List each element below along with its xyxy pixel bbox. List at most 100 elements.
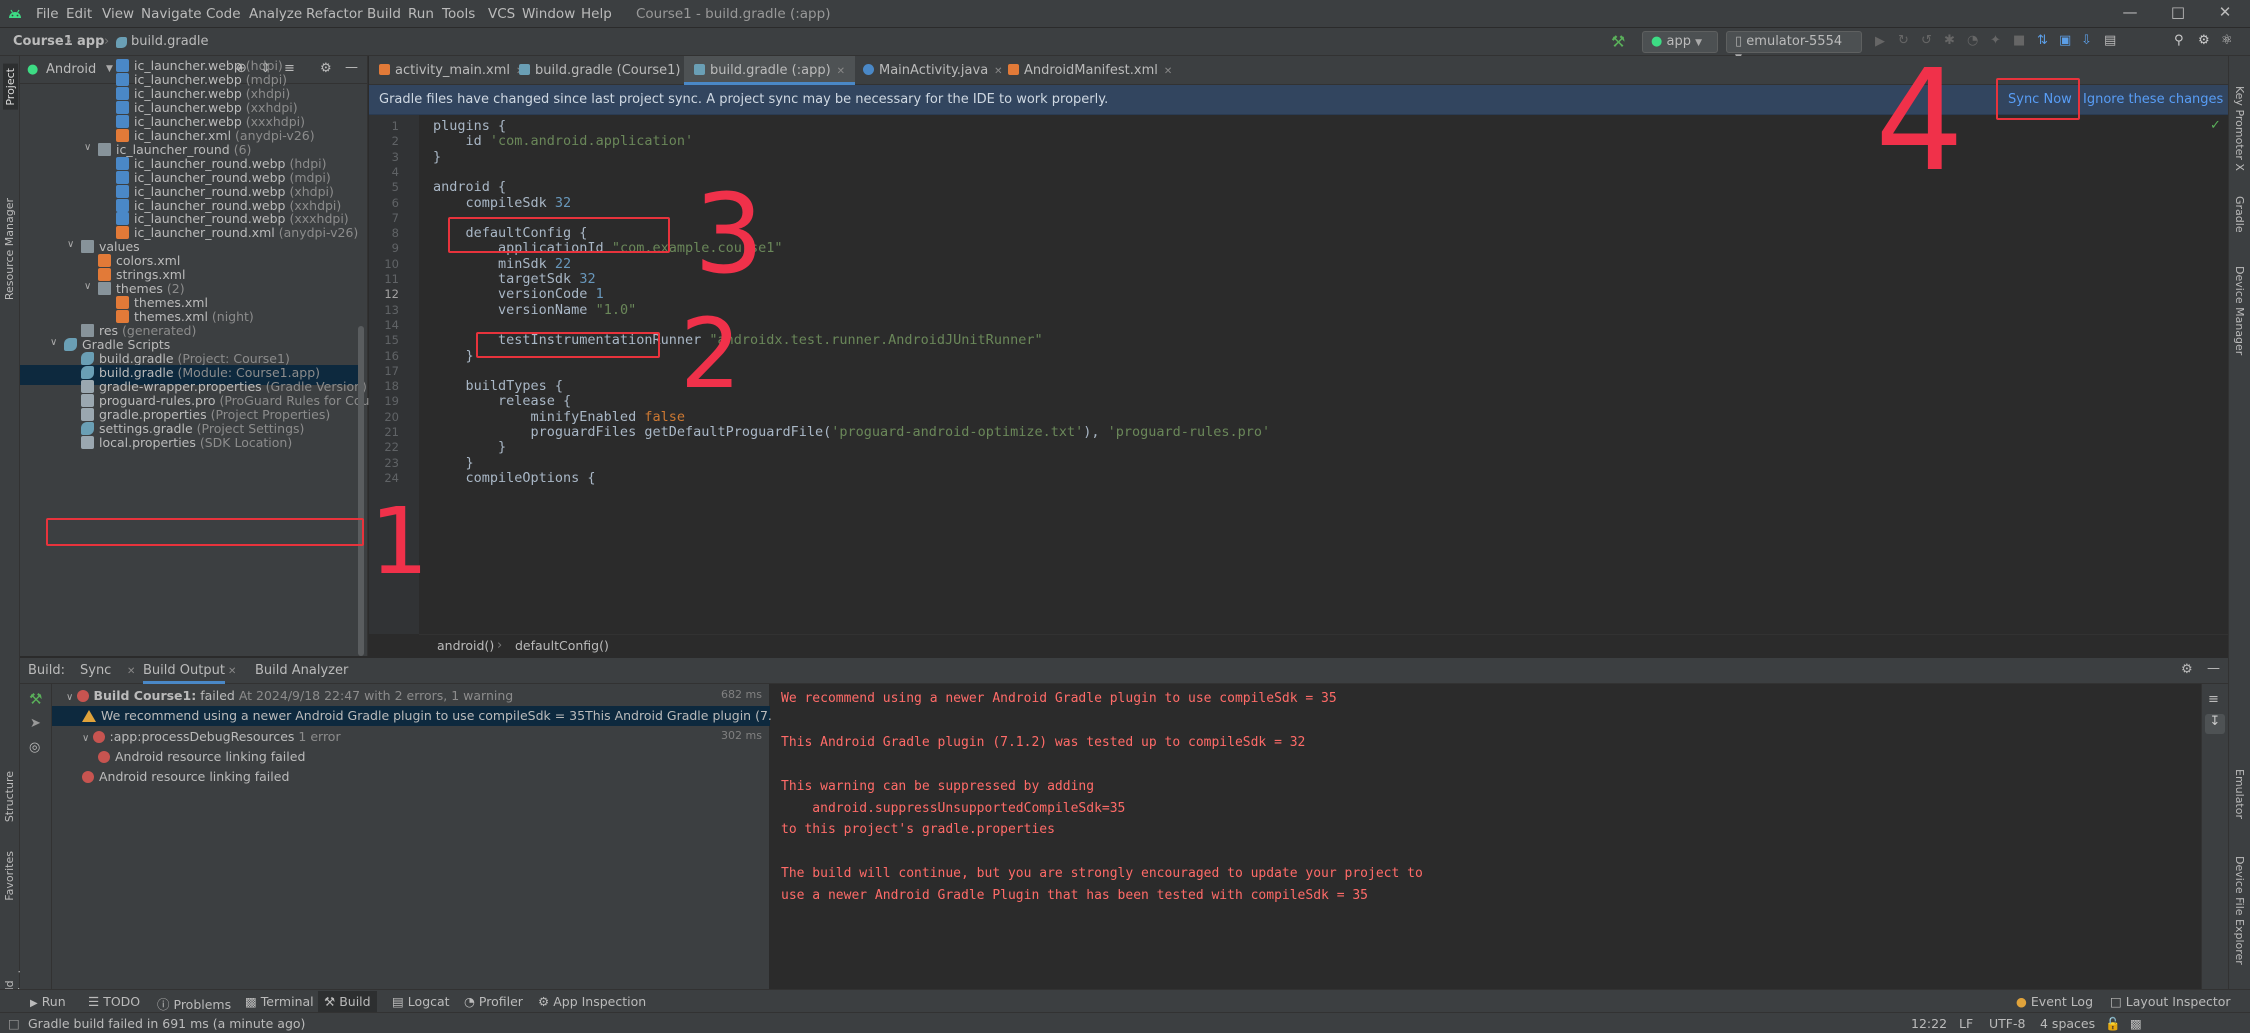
- caret-position[interactable]: 12:22: [1911, 1016, 1947, 1031]
- app-inspection-tool-button[interactable]: ⚙ App Inspection: [538, 994, 646, 1009]
- resource-manager-tool-button[interactable]: Resource Manager: [3, 198, 16, 300]
- editor-tab[interactable]: MainActivity.java ✕: [853, 56, 1013, 85]
- device-dropdown[interactable]: ▯ emulator-5554 ▼: [1726, 31, 1862, 63]
- lock-icon[interactable]: 🔓: [2105, 1016, 2121, 1032]
- device-manager-tool-button[interactable]: Device Manager: [2233, 266, 2246, 355]
- memory-indicator-icon[interactable]: ▩: [2130, 1016, 2142, 1031]
- key-promoter-tool-button[interactable]: Key Promoter X: [2233, 86, 2246, 171]
- project-scrollbar[interactable]: [358, 326, 364, 656]
- tree-item[interactable]: local.properties (SDK Location): [20, 435, 360, 455]
- tab-sync[interactable]: Sync: [80, 663, 111, 678]
- favorites-tool-button[interactable]: Favorites: [3, 851, 16, 901]
- close-icon[interactable]: ✕: [228, 666, 236, 677]
- menu-view[interactable]: View: [102, 6, 134, 22]
- editor-crumb-default-config[interactable]: defaultConfig(): [515, 638, 609, 653]
- maximize-icon[interactable]: □: [2158, 3, 2198, 25]
- code-token: }: [433, 347, 474, 364]
- inspect-icon[interactable]: ▤: [2104, 33, 2116, 48]
- pin-icon[interactable]: ➤: [30, 716, 41, 731]
- indent-setting[interactable]: 4 spaces: [2040, 1016, 2095, 1031]
- run-tool-button[interactable]: ▶ Run: [30, 994, 66, 1009]
- editor-tab[interactable]: build.gradle (:app) ✕: [684, 56, 856, 85]
- terminal-tool-button[interactable]: ▩ Terminal: [245, 994, 314, 1009]
- profiler-tool-button[interactable]: ◔ Profiler: [464, 994, 523, 1009]
- build-tool-button[interactable]: ⚒ Build: [318, 991, 377, 1012]
- menu-tools[interactable]: Tools: [442, 6, 475, 22]
- device-manager-icon[interactable]: ▣: [2059, 33, 2071, 48]
- breadcrumb-module[interactable]: app: [77, 34, 104, 49]
- menu-file[interactable]: File: [36, 6, 59, 22]
- minimize-icon[interactable]: —: [2110, 3, 2150, 25]
- search-icon[interactable]: ⚲: [2174, 33, 2184, 48]
- close-icon[interactable]: ✕: [2205, 3, 2245, 25]
- layout-inspector-tool-button[interactable]: □ Layout Inspector: [2110, 994, 2231, 1009]
- settings-gear-icon[interactable]: ⚙: [2181, 662, 2193, 677]
- expand-arrow-icon[interactable]: ∨: [67, 239, 79, 250]
- build-tree-item[interactable]: ∨ Build Course1: failed At 2024/9/18 22:…: [52, 686, 770, 706]
- build-tree-item[interactable]: We recommend using a newer Android Gradl…: [52, 706, 797, 727]
- ignore-changes-link[interactable]: Ignore these changes: [2083, 92, 2223, 107]
- editor-crumb-android[interactable]: android(): [437, 638, 494, 653]
- menu-analyze[interactable]: Analyze: [249, 6, 302, 22]
- webp-file-icon: [116, 86, 129, 100]
- run-config-dropdown[interactable]: ● app ▼: [1642, 31, 1718, 53]
- build-tree-item[interactable]: ∨ :app:processDebugResources 1 error 302 …: [52, 727, 770, 747]
- expand-arrow-icon[interactable]: ∨: [84, 281, 96, 292]
- expand-arrow-icon[interactable]: ∨: [82, 733, 93, 744]
- project-tool-button[interactable]: Project: [3, 64, 18, 110]
- build-tree-item[interactable]: Android resource linking failed: [52, 747, 770, 767]
- file-encoding[interactable]: UTF-8: [1989, 1016, 2025, 1031]
- menu-code[interactable]: Code: [206, 6, 241, 22]
- status-message[interactable]: Gradle build failed in 691 ms (a minute …: [28, 1016, 305, 1031]
- build-duration: 302 ms: [721, 728, 762, 742]
- rebuild-hammer-icon[interactable]: ⚒: [29, 690, 42, 708]
- tab-build-output[interactable]: Build Output: [143, 663, 225, 684]
- make-project-hammer-icon[interactable]: ⚒: [1611, 32, 1625, 51]
- stop-icon[interactable]: ■: [2013, 33, 2025, 48]
- breadcrumb-file[interactable]: build.gradle: [131, 34, 209, 49]
- event-log-tool-button[interactable]: ● Event Log: [2016, 994, 2093, 1009]
- build-tree-item[interactable]: Android resource linking failed: [52, 767, 770, 787]
- scroll-to-end-icon[interactable]: ↧: [2205, 714, 2225, 734]
- close-icon[interactable]: ✕: [127, 666, 135, 677]
- breadcrumb-separator-icon: ›: [497, 638, 503, 653]
- todo-tool-button[interactable]: ☰ TODO: [88, 994, 140, 1009]
- menu-edit[interactable]: Edit: [66, 6, 92, 22]
- sdk-manager-icon[interactable]: ⇩: [2081, 33, 2092, 48]
- gradle-tool-button[interactable]: Gradle: [2233, 196, 2246, 233]
- expand-arrow-icon[interactable]: ∨: [84, 142, 96, 153]
- editor-tab[interactable]: AndroidManifest.xml ✕: [998, 56, 1182, 85]
- ide-features-icon[interactable]: ⚛: [2221, 33, 2233, 48]
- tree-item-hint: (xxxhdpi): [241, 113, 305, 129]
- build-output-console[interactable]: We recommend using a newer Android Gradl…: [771, 684, 2201, 989]
- title-bar: File Edit View Navigate Code Analyze Ref…: [0, 0, 2250, 28]
- logcat-tool-button[interactable]: ▤ Logcat: [392, 994, 450, 1009]
- hide-panel-icon[interactable]: —: [2207, 661, 2220, 676]
- menu-navigate[interactable]: Navigate: [141, 6, 202, 22]
- menu-refactor[interactable]: Refactor: [306, 6, 363, 22]
- line-separator[interactable]: LF: [1959, 1016, 1973, 1031]
- tab-build-analyzer[interactable]: Build Analyzer: [255, 663, 348, 678]
- soft-wrap-icon[interactable]: ≡: [2208, 692, 2219, 707]
- editor-tab[interactable]: build.gradle (Course1)✕: [509, 56, 705, 85]
- close-tab-icon[interactable]: ✕: [1164, 66, 1172, 77]
- build-output-line: use a newer Android Gradle Plugin that h…: [781, 888, 1368, 904]
- device-file-explorer-tool-button[interactable]: Device File Explorer: [2233, 856, 2246, 965]
- menu-help[interactable]: Help: [581, 6, 612, 22]
- menu-vcs[interactable]: VCS: [488, 6, 515, 22]
- expand-arrow-icon[interactable]: ∨: [50, 337, 62, 348]
- breadcrumb-project[interactable]: Course1: [13, 34, 73, 49]
- emulator-tool-button[interactable]: Emulator: [2233, 769, 2246, 819]
- menu-build[interactable]: Build: [367, 6, 401, 22]
- expand-arrow-icon[interactable]: ∨: [66, 692, 77, 703]
- sync-gradle-icon[interactable]: ⇅: [2037, 33, 2048, 48]
- profile-icon[interactable]: ◔: [1967, 33, 1978, 48]
- settings-gear-icon[interactable]: ⚙: [2198, 33, 2210, 48]
- attach-debugger-icon[interactable]: ✦: [1990, 33, 2001, 48]
- eye-filter-icon[interactable]: ◎: [29, 740, 40, 755]
- problems-tool-button[interactable]: ⓘ Problems: [157, 994, 231, 1013]
- structure-tool-button[interactable]: Structure: [3, 771, 16, 822]
- close-tab-icon[interactable]: ✕: [837, 66, 845, 77]
- menu-run[interactable]: Run: [408, 6, 434, 22]
- menu-window[interactable]: Window: [522, 6, 575, 22]
